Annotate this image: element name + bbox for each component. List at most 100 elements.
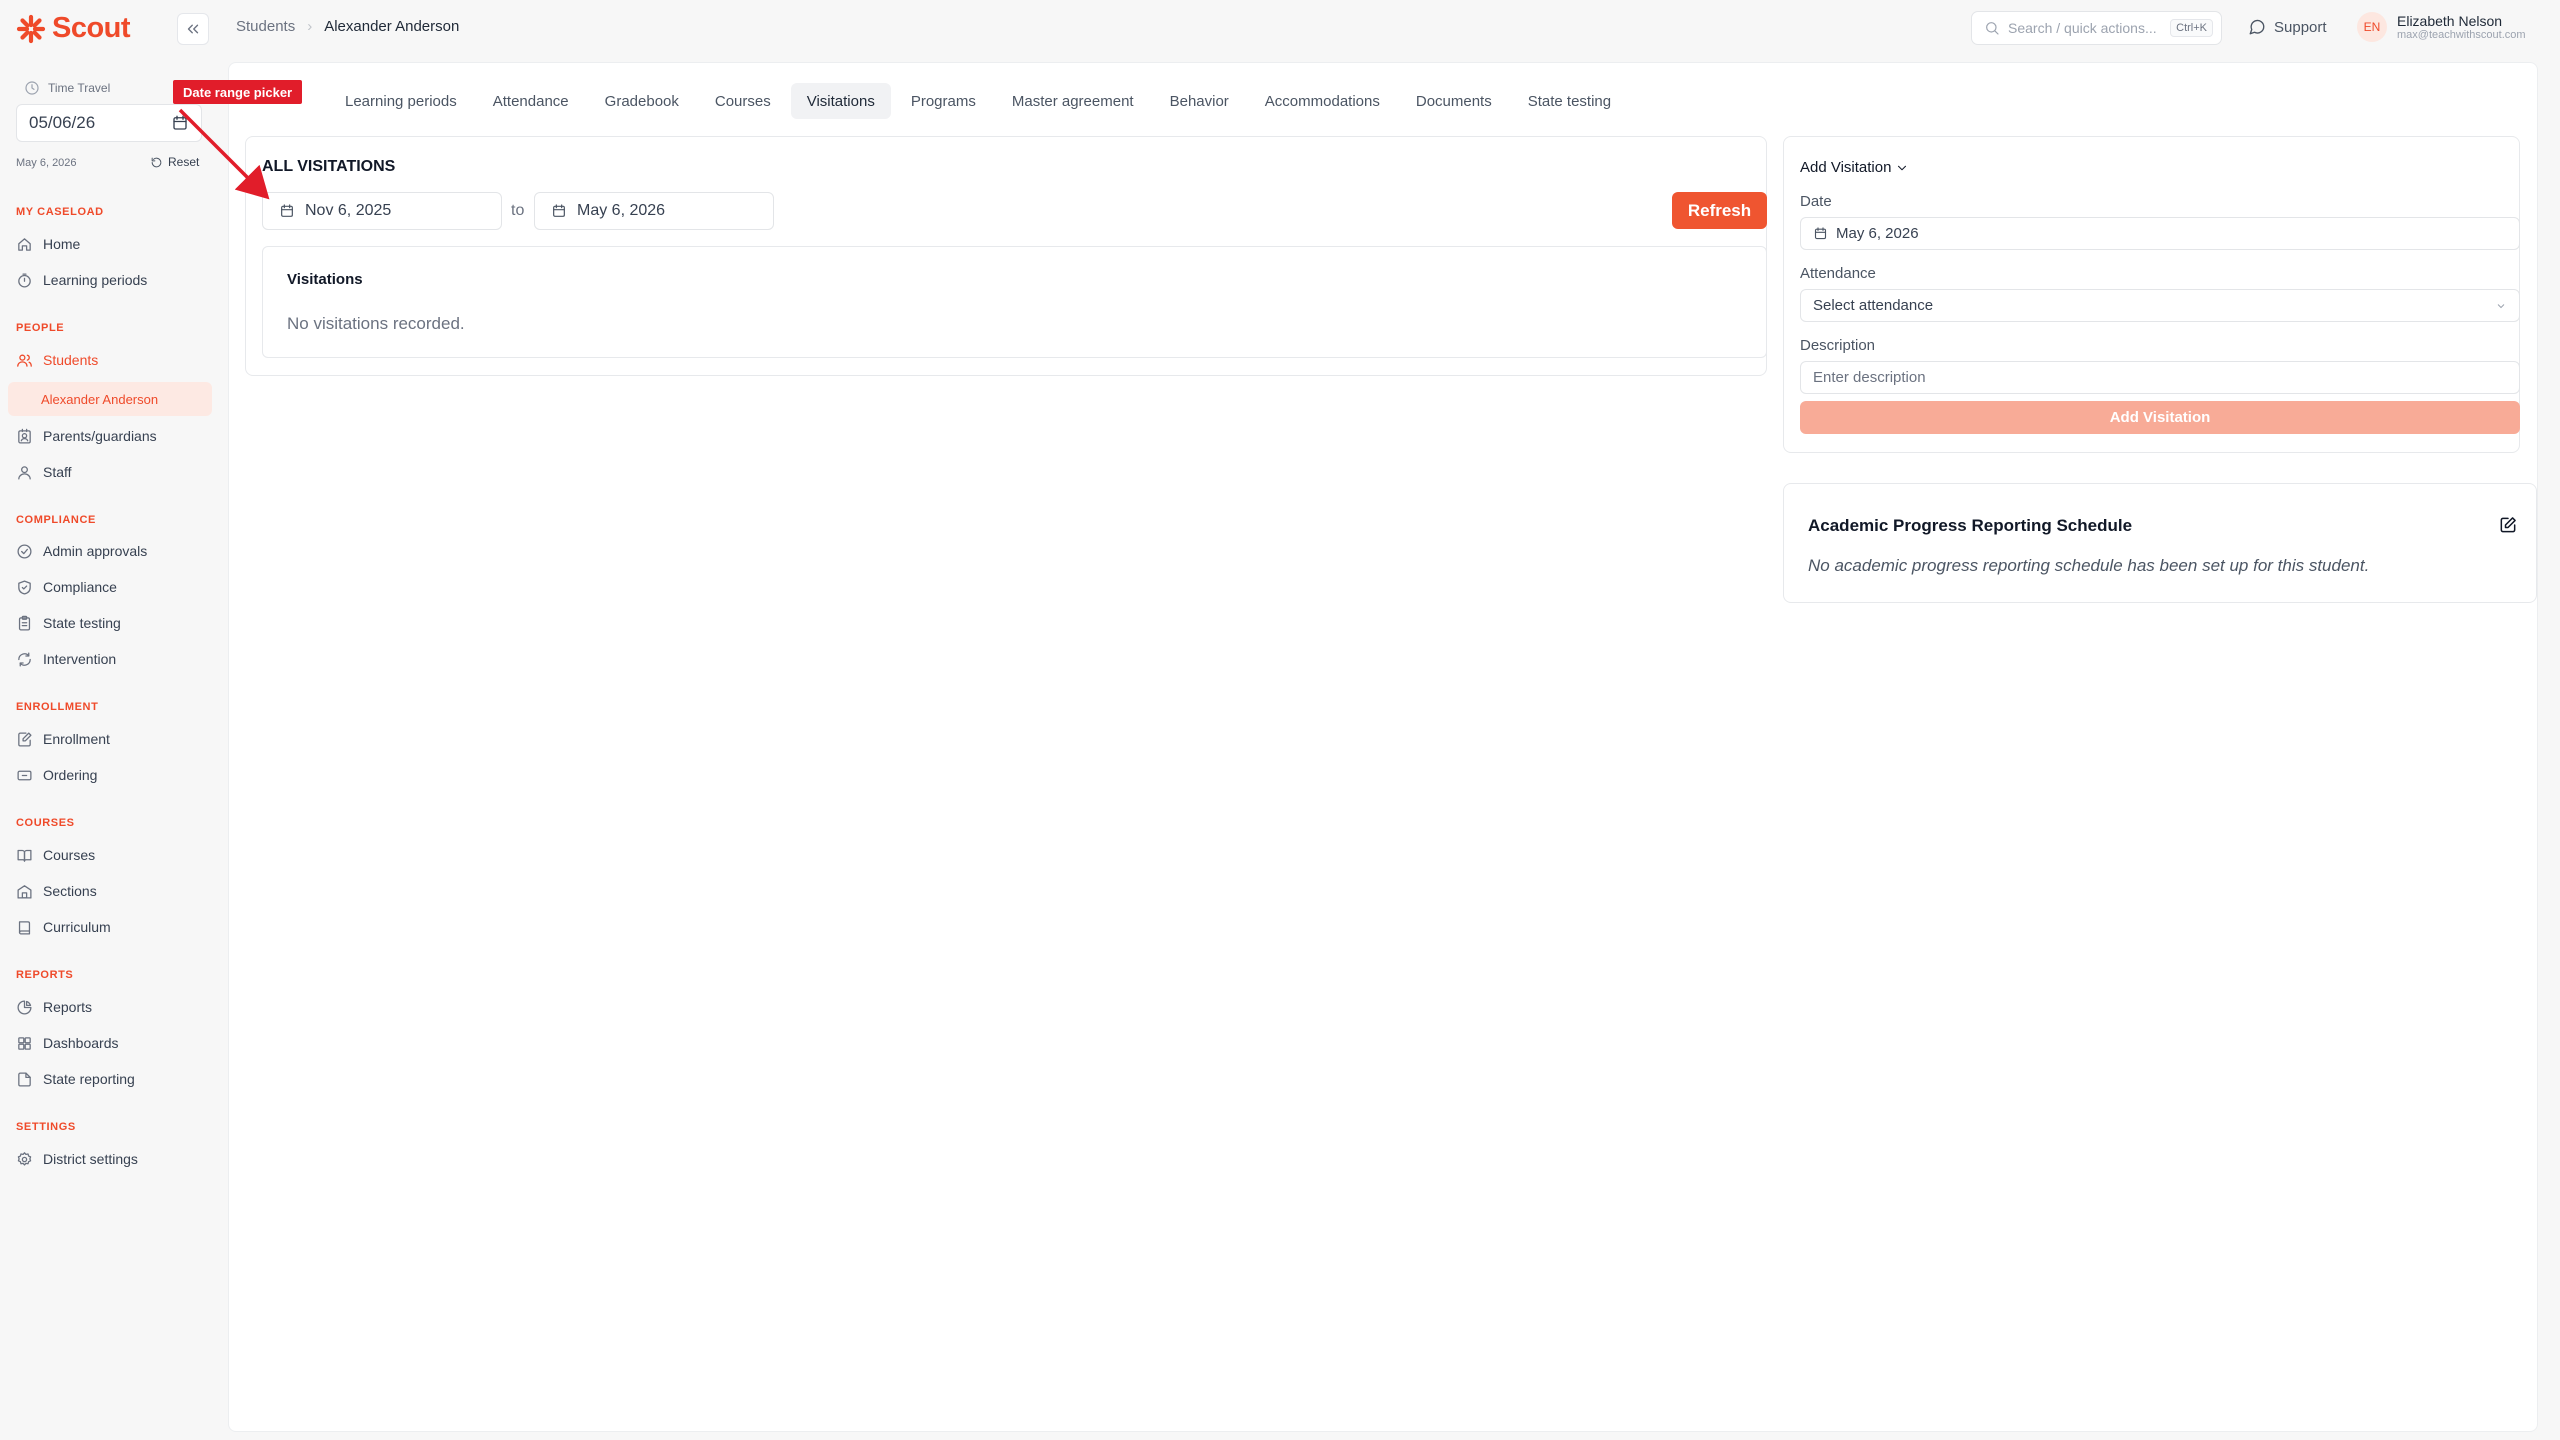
sidebar-item-compliance[interactable]: Compliance (8, 570, 212, 604)
add-visitation-title: Add Visitation (1800, 159, 1892, 176)
sidebar-item-label: Dashboards (43, 1035, 119, 1051)
refresh-button[interactable]: Refresh (1672, 192, 1767, 229)
reset-label: Reset (168, 155, 200, 169)
sidebar-item-label: Compliance (43, 579, 117, 595)
sidebar-item-label: Enrollment (43, 731, 110, 747)
collapse-sidebar-button[interactable] (177, 13, 209, 45)
tab-courses[interactable]: Courses (699, 83, 787, 119)
all-visitations-title: ALL VISITATIONS (262, 158, 396, 175)
tab-gradebook[interactable]: Gradebook (589, 83, 695, 119)
tab-accommodations[interactable]: Accommodations (1249, 83, 1396, 119)
book-open-icon (16, 847, 33, 864)
breadcrumb: Students › Alexander Anderson (236, 18, 459, 35)
support-button[interactable]: Support (2248, 18, 2327, 36)
user-email: max@teachwithscout.com (2397, 28, 2526, 41)
pie-chart-icon (16, 999, 33, 1016)
sidebar-item-district-settings[interactable]: District settings (8, 1142, 212, 1176)
progress-schedule-card: Academic Progress Reporting Schedule No … (1783, 483, 2537, 603)
chevron-down-icon (2495, 300, 2507, 312)
sidebar-item-sections[interactable]: Sections (8, 874, 212, 908)
time-travel-date-input[interactable]: 05/06/26 (16, 104, 202, 142)
top-bar: Scout Students › Alexander Anderson Sear… (0, 0, 2560, 56)
visitation-date-input[interactable]: May 6, 2026 (1800, 217, 2520, 250)
sidebar-item-ordering[interactable]: Ordering (8, 758, 212, 792)
description-placeholder: Enter description (1813, 369, 1926, 386)
scout-logo-icon (16, 14, 46, 44)
breadcrumb-current: Alexander Anderson (324, 18, 460, 35)
sidebar-item-dashboards[interactable]: Dashboards (8, 1026, 212, 1060)
add-visitation-button[interactable]: Add Visitation (1800, 401, 2520, 434)
user-menu[interactable]: EN Elizabeth Nelson max@teachwithscout.c… (2357, 12, 2526, 42)
search-placeholder: Search / quick actions... (2008, 20, 2157, 36)
all-visitations-card: ALL VISITATIONS Nov 6, 2025 to May 6, 20… (245, 136, 1767, 376)
sidebar-item-students[interactable]: Students (8, 343, 212, 377)
check-circle-icon (16, 543, 33, 560)
timer-icon (16, 272, 33, 289)
student-tabs: Learning periods Attendance Gradebook Co… (249, 83, 1627, 119)
calendar-icon (1813, 226, 1828, 241)
add-visitation-toggle[interactable]: Add Visitation (1800, 159, 1909, 176)
file-edit-icon (16, 731, 33, 748)
tab-behavior[interactable]: Behavior (1154, 83, 1245, 119)
breadcrumb-students-link[interactable]: Students (236, 18, 295, 35)
sidebar-item-curriculum[interactable]: Curriculum (8, 910, 212, 944)
sidebar-item-parents[interactable]: Parents/guardians (8, 419, 212, 453)
sidebar-item-label: State testing (43, 615, 121, 631)
breadcrumb-separator: › (307, 18, 313, 35)
sidebar-item-learning-periods[interactable]: Learning periods (8, 263, 212, 297)
search-input[interactable]: Search / quick actions... Ctrl+K (1971, 11, 2222, 45)
sidebar-item-staff[interactable]: Staff (8, 455, 212, 489)
visitations-empty-state: No visitations recorded. (287, 314, 465, 333)
tab-documents[interactable]: Documents (1400, 83, 1508, 119)
sidebar-item-label: Parents/guardians (43, 428, 157, 444)
description-input[interactable]: Enter description (1800, 361, 2520, 394)
progress-schedule-empty-state: No academic progress reporting schedule … (1808, 556, 2370, 575)
sidebar-item-state-testing[interactable]: State testing (8, 606, 212, 640)
tab-master-agreement[interactable]: Master agreement (996, 83, 1150, 119)
sidebar-item-home[interactable]: Home (8, 227, 212, 261)
message-circle-icon (2248, 18, 2266, 36)
time-travel-reset-button[interactable]: Reset (150, 155, 199, 169)
calendar-icon[interactable] (171, 114, 189, 132)
clipboard-icon (16, 615, 33, 632)
nav-section-settings: SETTINGS (16, 1121, 76, 1133)
app-logo[interactable]: Scout (16, 12, 131, 45)
time-travel-label: Time Travel (24, 80, 110, 96)
sidebar-item-reports[interactable]: Reports (8, 990, 212, 1024)
sidebar-item-label: Learning periods (43, 272, 148, 288)
user-name: Elizabeth Nelson (2397, 12, 2503, 29)
sidebar-subitem-student[interactable]: Alexander Anderson (8, 382, 212, 416)
nav-section-courses: COURSES (16, 817, 75, 829)
visitations-list-title: Visitations (287, 271, 363, 288)
tab-attendance[interactable]: Attendance (477, 83, 585, 119)
sidebar-item-enrollment[interactable]: Enrollment (8, 722, 212, 756)
sidebar: Time Travel 05/06/26 May 6, 2026 Reset M… (0, 56, 226, 1440)
description-label: Description (1800, 337, 1876, 354)
sidebar-item-admin-approvals[interactable]: Admin approvals (8, 534, 212, 568)
sidebar-item-state-reporting[interactable]: State reporting (8, 1062, 212, 1096)
tab-visitations[interactable]: Visitations (790, 83, 891, 119)
tab-programs[interactable]: Programs (895, 83, 992, 119)
start-date-input[interactable]: Nov 6, 2025 (262, 192, 502, 230)
nav-section-enrollment: ENROLLMENT (16, 701, 99, 713)
edit-icon[interactable] (2498, 515, 2518, 535)
annotation-label: Date range picker (173, 80, 303, 104)
chevrons-left-icon (184, 20, 202, 38)
attendance-placeholder: Select attendance (1813, 297, 1934, 314)
end-date-input[interactable]: May 6, 2026 (534, 192, 774, 230)
sidebar-item-courses[interactable]: Courses (8, 838, 212, 872)
search-shortcut: Ctrl+K (2170, 19, 2213, 37)
clock-icon (24, 80, 40, 96)
nav-section-caseload: MY CASELOAD (16, 206, 104, 218)
sidebar-item-label: Students (43, 352, 99, 368)
end-date-value: May 6, 2026 (577, 202, 666, 219)
tab-state-testing[interactable]: State testing (1512, 83, 1627, 119)
ticket-icon (16, 767, 33, 784)
tab-learning-periods[interactable]: Learning periods (329, 83, 473, 119)
reset-icon (150, 156, 163, 169)
attendance-select[interactable]: Select attendance (1800, 289, 2520, 322)
sidebar-item-label: Sections (43, 883, 97, 899)
sidebar-item-label: Courses (43, 847, 96, 863)
sidebar-item-intervention[interactable]: Intervention (8, 642, 212, 676)
gear-icon (16, 1151, 33, 1168)
